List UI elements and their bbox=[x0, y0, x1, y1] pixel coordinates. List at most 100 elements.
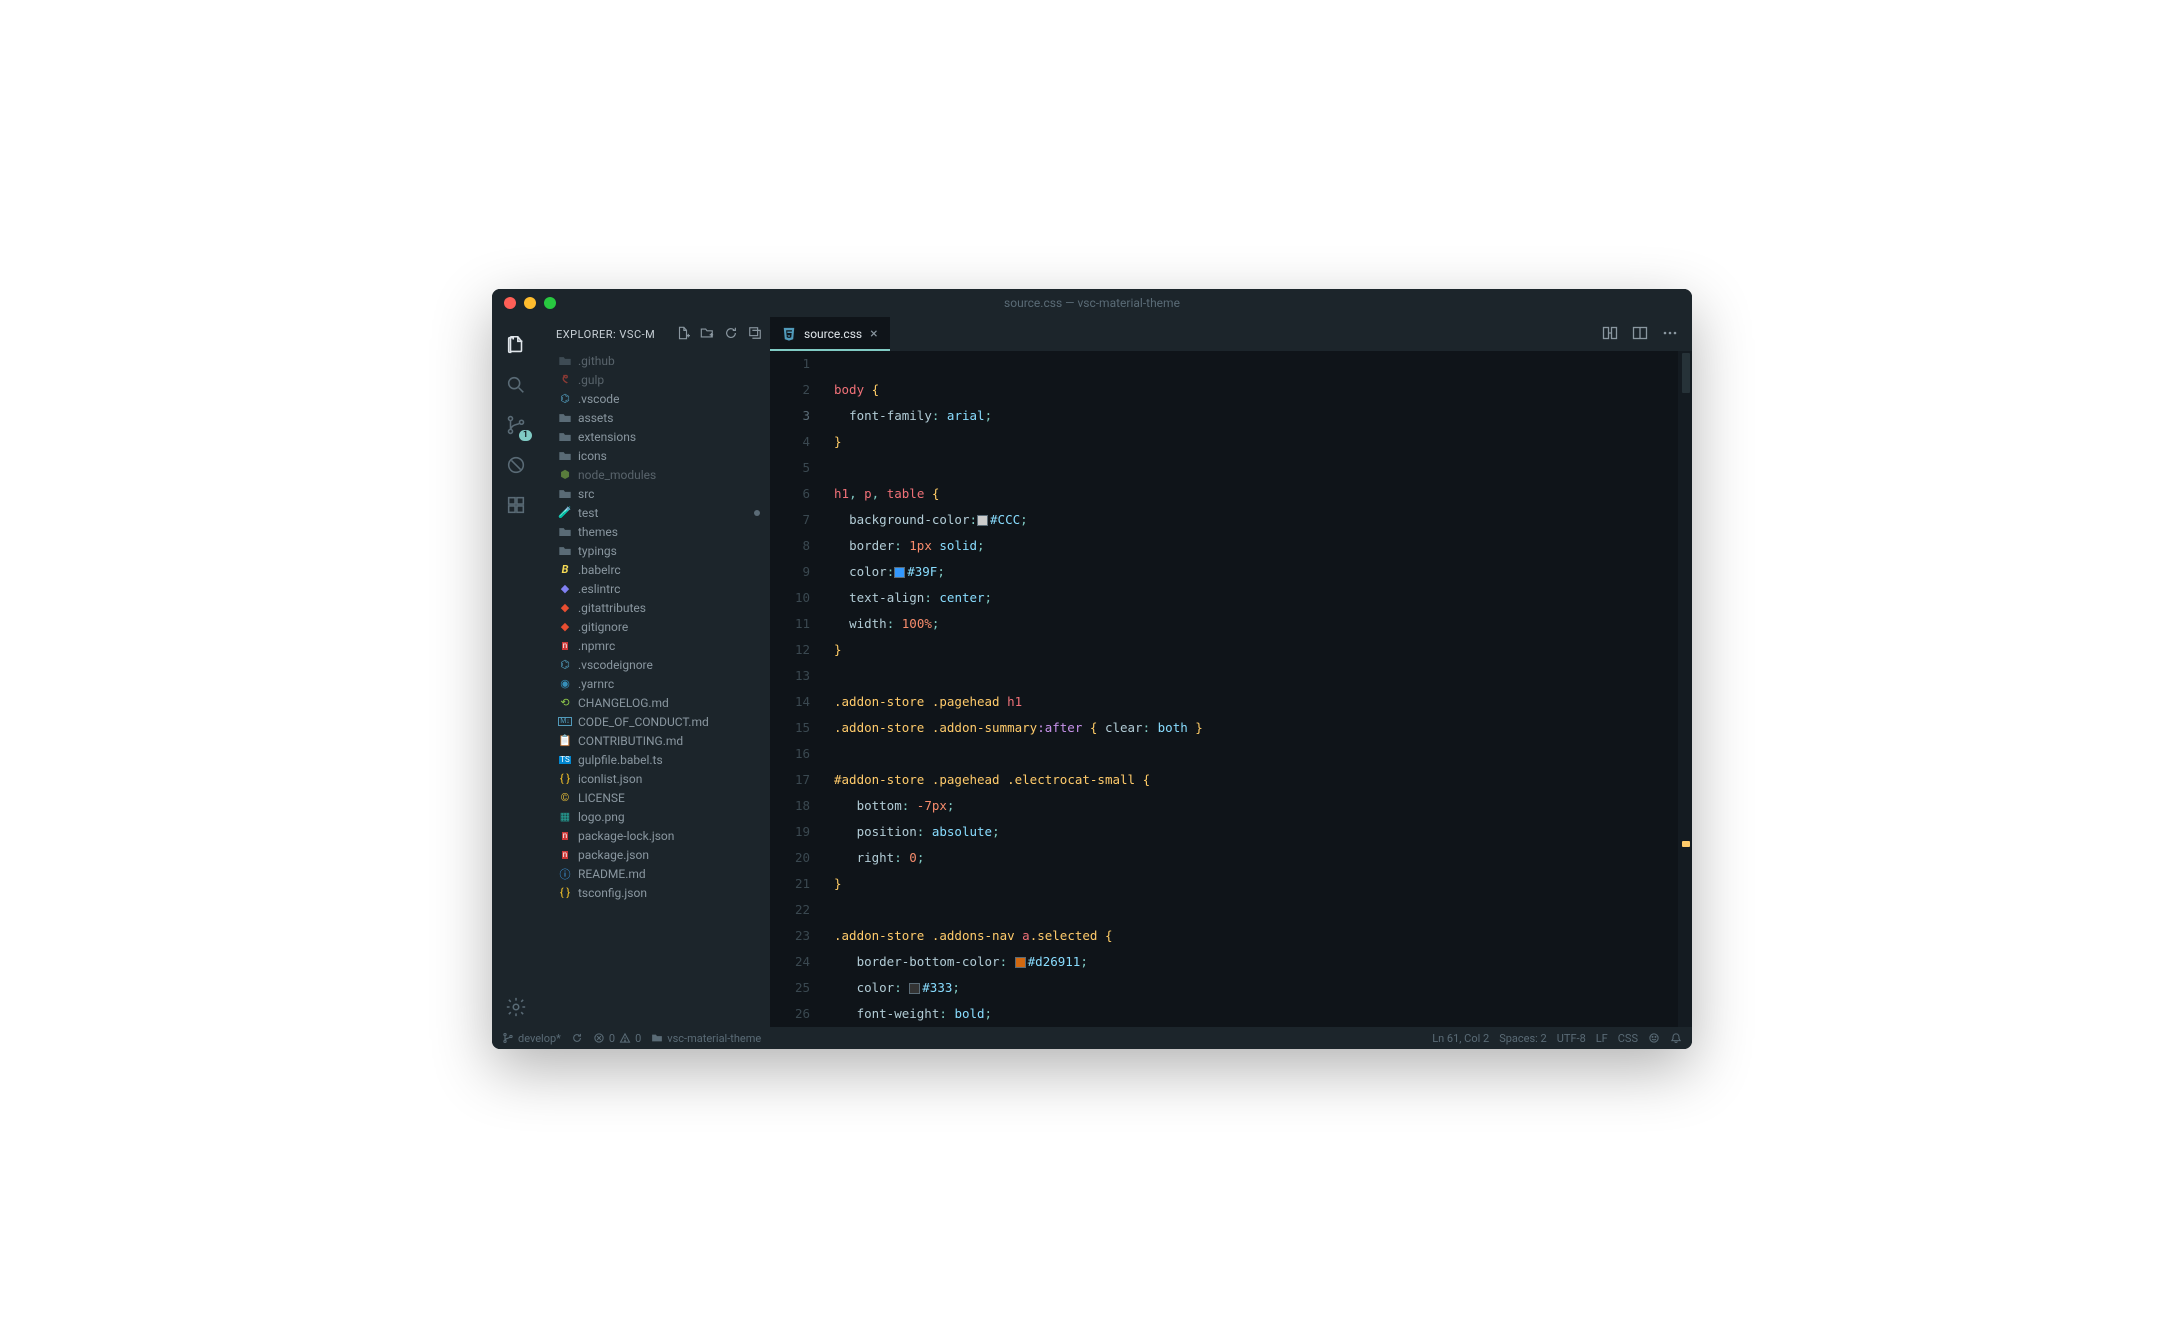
file-label: icons bbox=[578, 449, 607, 463]
tree-item--babelrc[interactable]: B.babelrc bbox=[540, 560, 770, 579]
tree-item--npmrc[interactable]: n.npmrc bbox=[540, 636, 770, 655]
tree-item-package-lock-json[interactable]: n package-lock.json bbox=[540, 826, 770, 845]
json-icon: { } bbox=[558, 772, 572, 786]
tree-item--eslintrc[interactable]: ◆ .eslintrc bbox=[540, 579, 770, 598]
new-file-icon bbox=[676, 326, 690, 340]
tree-item--gitignore[interactable]: ◆.gitignore bbox=[540, 617, 770, 636]
folder-icon bbox=[651, 1032, 663, 1044]
file-label: .npmrc bbox=[578, 639, 615, 653]
status-sync[interactable] bbox=[571, 1032, 583, 1044]
activity-explorer[interactable] bbox=[492, 325, 540, 365]
file-label: .vscode bbox=[578, 392, 619, 406]
file-label: iconlist.json bbox=[578, 772, 642, 786]
status-language[interactable]: CSS bbox=[1618, 1032, 1638, 1045]
file-label: package.json bbox=[578, 848, 649, 862]
activity-settings[interactable] bbox=[492, 987, 540, 1027]
eslint-icon: ◆ bbox=[558, 582, 572, 596]
code-content[interactable]: body { font-family: arial;}h1, p, table … bbox=[826, 351, 1692, 1027]
status-branch[interactable]: develop* bbox=[502, 1032, 561, 1045]
status-eol[interactable]: LF bbox=[1596, 1032, 1608, 1045]
tree-item--vscodeignore[interactable]: ⌬ .vscodeignore bbox=[540, 655, 770, 674]
file-label: package-lock.json bbox=[578, 829, 674, 843]
tree-item--yarnrc[interactable]: ◉ .yarnrc bbox=[540, 674, 770, 693]
file-label: .gitattributes bbox=[578, 601, 646, 615]
split-icon bbox=[1632, 325, 1648, 341]
tab-source-css[interactable]: source.css × bbox=[770, 317, 890, 351]
status-indent[interactable]: Spaces: 2 bbox=[1499, 1032, 1547, 1045]
tree-item--gitattributes[interactable]: ◆.gitattributes bbox=[540, 598, 770, 617]
tree-item-src[interactable]: src bbox=[540, 484, 770, 503]
tab-label: source.css bbox=[804, 327, 862, 341]
status-cursor[interactable]: Ln 61, Col 2 bbox=[1432, 1032, 1489, 1045]
vscode-icon: ⌬ bbox=[558, 392, 572, 406]
status-notifications[interactable] bbox=[1670, 1032, 1682, 1044]
activity-extensions[interactable] bbox=[492, 485, 540, 525]
file-label: CODE_OF_CONDUCT.md bbox=[578, 715, 709, 729]
yarn-icon: ◉ bbox=[558, 677, 572, 691]
titlebar: source.css — vsc-material-theme bbox=[492, 289, 1692, 317]
file-label: .yarnrc bbox=[578, 677, 614, 691]
file-label: CONTRIBUTING.md bbox=[578, 734, 683, 748]
tree-item-assets[interactable]: assets bbox=[540, 408, 770, 427]
activity-search[interactable] bbox=[492, 365, 540, 405]
tree-item-license[interactable]: ©LICENSE bbox=[540, 788, 770, 807]
color-swatch bbox=[1015, 957, 1026, 968]
dirty-indicator bbox=[754, 510, 760, 516]
info-icon: ⓘ bbox=[558, 867, 572, 881]
status-feedback[interactable] bbox=[1648, 1032, 1660, 1044]
tree-item--vscode[interactable]: ⌬ .vscode bbox=[540, 389, 770, 408]
tree-item-iconlist-json[interactable]: { } iconlist.json bbox=[540, 769, 770, 788]
tree-item-test[interactable]: 🧪test bbox=[540, 503, 770, 522]
tree-item-node-modules[interactable]: ⬢node_modules bbox=[540, 465, 770, 484]
code-editor[interactable]: 1234567891011121314151617181920212223242… bbox=[770, 351, 1692, 1027]
tree-item-icons[interactable]: icons bbox=[540, 446, 770, 465]
status-folder[interactable]: vsc-material-theme bbox=[651, 1032, 761, 1045]
tree-item-changelog-md[interactable]: ⟲CHANGELOG.md bbox=[540, 693, 770, 712]
tree-item-contributing-md[interactable]: 📋CONTRIBUTING.md bbox=[540, 731, 770, 750]
css-file-icon bbox=[782, 327, 796, 341]
scm-badge: 1 bbox=[519, 430, 532, 441]
refresh-button[interactable] bbox=[724, 326, 738, 343]
tree-item-logo-png[interactable]: ▦logo.png bbox=[540, 807, 770, 826]
search-icon bbox=[505, 374, 527, 396]
tree-item-typings[interactable]: typings bbox=[540, 541, 770, 560]
tree-item-extensions[interactable]: extensions bbox=[540, 427, 770, 446]
file-label: extensions bbox=[578, 430, 636, 444]
tree-item--github[interactable]: .github bbox=[540, 351, 770, 370]
compare-changes-button[interactable] bbox=[1602, 325, 1618, 344]
file-label: .vscodeignore bbox=[578, 658, 653, 672]
file-tree[interactable]: .github᱖.gulp ⌬ .vscode assets extensions ico… bbox=[540, 351, 770, 1027]
tree-item-gulpfile-babel-ts[interactable]: TSgulpfile.babel.ts bbox=[540, 750, 770, 769]
npm2-icon: n bbox=[558, 829, 572, 843]
collapse-all-button[interactable] bbox=[748, 326, 762, 343]
file-label: typings bbox=[578, 544, 617, 558]
vscode2-icon: ⌬ bbox=[558, 658, 572, 672]
editor-tabs: source.css × bbox=[770, 317, 1692, 351]
new-folder-button[interactable] bbox=[700, 326, 714, 343]
git-branch-icon bbox=[502, 1032, 514, 1044]
minimap[interactable] bbox=[1678, 351, 1692, 1027]
collapse-icon bbox=[748, 326, 762, 340]
tree-item-tsconfig-json[interactable]: { }tsconfig.json bbox=[540, 883, 770, 902]
activity-source-control[interactable]: 1 bbox=[492, 405, 540, 445]
main-content: 1 EXPLORER: VSC-M bbox=[492, 317, 1692, 1027]
status-encoding[interactable]: UTF-8 bbox=[1557, 1032, 1586, 1045]
file-label: .eslintrc bbox=[578, 582, 620, 596]
folder-icon bbox=[558, 525, 572, 539]
tree-item-readme-md[interactable]: ⓘREADME.md bbox=[540, 864, 770, 883]
split-editor-button[interactable] bbox=[1632, 325, 1648, 344]
tree-item-code-of-conduct-md[interactable]: M↓CODE_OF_CONDUCT.md bbox=[540, 712, 770, 731]
tab-close-button[interactable]: × bbox=[870, 327, 877, 341]
status-problems[interactable]: 0 0 bbox=[593, 1032, 641, 1045]
tree-item--gulp[interactable]: ᱖.gulp bbox=[540, 370, 770, 389]
file-label: LICENSE bbox=[578, 791, 625, 805]
new-file-button[interactable] bbox=[676, 326, 690, 343]
more-actions-button[interactable] bbox=[1662, 325, 1678, 344]
explorer-header: EXPLORER: VSC-M bbox=[540, 317, 770, 351]
tree-item-themes[interactable]: themes bbox=[540, 522, 770, 541]
tree-item-package-json[interactable]: npackage.json bbox=[540, 845, 770, 864]
activity-debug[interactable] bbox=[492, 445, 540, 485]
file-label: logo.png bbox=[578, 810, 625, 824]
file-label: tsconfig.json bbox=[578, 886, 647, 900]
file-label: .gulp bbox=[578, 373, 604, 387]
